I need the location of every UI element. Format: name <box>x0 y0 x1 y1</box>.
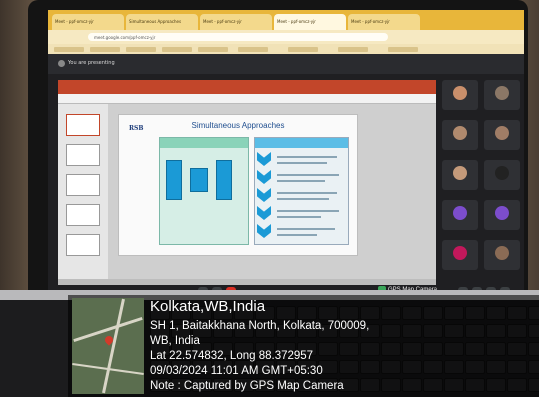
bookmark-item[interactable] <box>338 47 368 52</box>
left-panel-header <box>160 138 248 148</box>
gps-coordinates: Lat 22.574832, Long 88.372957 <box>150 350 314 362</box>
shared-presentation: RSB Simultaneous Approaches <box>58 80 436 285</box>
chevron-arrow <box>257 152 271 166</box>
participant-tile[interactable] <box>442 160 478 190</box>
participant-tile[interactable] <box>442 200 478 230</box>
bookmark-item[interactable] <box>54 47 84 52</box>
bookmark-item[interactable] <box>90 47 120 52</box>
slide-thumbnail[interactable] <box>66 144 100 166</box>
browser-tab-active[interactable]: Meet - ppf-omcz-yjr <box>274 14 346 30</box>
participant-tile[interactable] <box>484 80 520 110</box>
text-line <box>277 210 339 212</box>
participant-avatar <box>495 126 509 140</box>
address-bar: meet.google.com/ppf-omcz-yjr <box>48 30 524 44</box>
browser-tab[interactable]: Simultaneous Approaches <box>126 14 198 30</box>
presenting-label: You are presenting <box>68 60 115 66</box>
text-line <box>277 216 321 218</box>
powerpoint-ribbon <box>58 80 436 94</box>
diagram-block <box>190 168 208 192</box>
participant-tile[interactable] <box>484 120 520 150</box>
participant-tile[interactable] <box>484 160 520 190</box>
gps-map-thumbnail <box>72 298 144 394</box>
slide-title: Simultaneous Approaches <box>191 121 285 130</box>
current-slide: RSB Simultaneous Approaches <box>118 114 358 256</box>
slide-thumbnail[interactable] <box>66 204 100 226</box>
bookmark-item[interactable] <box>288 47 318 52</box>
participant-avatar <box>453 166 467 180</box>
meet-header: You are presenting <box>48 54 524 74</box>
bookmark-item[interactable] <box>162 47 192 52</box>
gps-datetime: 09/03/2024 11:01 AM GMT+05:30 <box>150 365 323 377</box>
participant-tile[interactable] <box>484 200 520 230</box>
slide-thumbnail[interactable] <box>66 234 100 256</box>
participant-avatar <box>495 166 509 180</box>
chevron-arrow <box>257 170 271 184</box>
participant-tile[interactable] <box>442 80 478 110</box>
url-field[interactable]: meet.google.com/ppf-omcz-yjr <box>88 33 388 41</box>
text-line <box>277 180 325 182</box>
participant-tile[interactable] <box>484 240 520 270</box>
bookmark-item[interactable] <box>126 47 156 52</box>
presenting-icon <box>58 60 65 67</box>
chevron-arrow <box>257 206 271 220</box>
text-line <box>277 156 337 158</box>
map-road <box>102 298 125 394</box>
diagram-block <box>166 160 182 200</box>
browser-tab[interactable]: Meet - ppf-omcz-yjr <box>52 14 124 30</box>
right-panel-header <box>255 138 348 148</box>
participant-avatar <box>453 246 467 260</box>
bookmark-item[interactable] <box>238 47 268 52</box>
gps-note: Note : Captured by GPS Map Camera <box>150 380 344 392</box>
gps-address-line1: SH 1, Baitakkhana North, Kolkata, 700009… <box>150 320 370 332</box>
participant-avatar <box>453 206 467 220</box>
diagram-block <box>216 160 232 200</box>
slide-right-panel <box>254 137 349 245</box>
laptop-screen: Meet - ppf-omcz-yjr Simultaneous Approac… <box>48 10 524 295</box>
powerpoint-toolbar <box>58 94 436 104</box>
participant-avatar <box>453 86 467 100</box>
bookmark-item[interactable] <box>198 47 228 52</box>
browser-tab-bar: Meet - ppf-omcz-yjr Simultaneous Approac… <box>48 10 524 30</box>
bookmarks-bar <box>48 44 524 54</box>
gps-address-line2: WB, India <box>150 335 200 347</box>
participant-grid <box>442 80 524 290</box>
browser-tab[interactable]: Meet - ppf-omcz-yjr <box>200 14 272 30</box>
slide-left-panel <box>159 137 249 245</box>
slide-thumbnails <box>58 104 108 285</box>
text-line <box>277 234 317 236</box>
slide-thumbnail[interactable] <box>66 114 100 136</box>
photo-scene: Meet - ppf-omcz-yjr Simultaneous Approac… <box>0 0 539 397</box>
gps-location-title: Kolkata,WB,India <box>150 298 266 315</box>
participant-avatar <box>495 206 509 220</box>
text-line <box>277 174 339 176</box>
slide-thumbnail[interactable] <box>66 174 100 196</box>
browser-tab[interactable]: Meet - ppf-omcz-yjr <box>348 14 420 30</box>
text-line <box>277 192 337 194</box>
participant-tile[interactable] <box>442 240 478 270</box>
text-line <box>277 162 327 164</box>
text-line <box>277 198 329 200</box>
participant-avatar <box>495 86 509 100</box>
bookmark-item[interactable] <box>388 47 418 52</box>
chevron-arrow <box>257 224 271 238</box>
chevron-arrow <box>257 188 271 202</box>
text-line <box>277 228 335 230</box>
participant-avatar <box>453 126 467 140</box>
participant-avatar <box>495 246 509 260</box>
participant-tile[interactable] <box>442 120 478 150</box>
